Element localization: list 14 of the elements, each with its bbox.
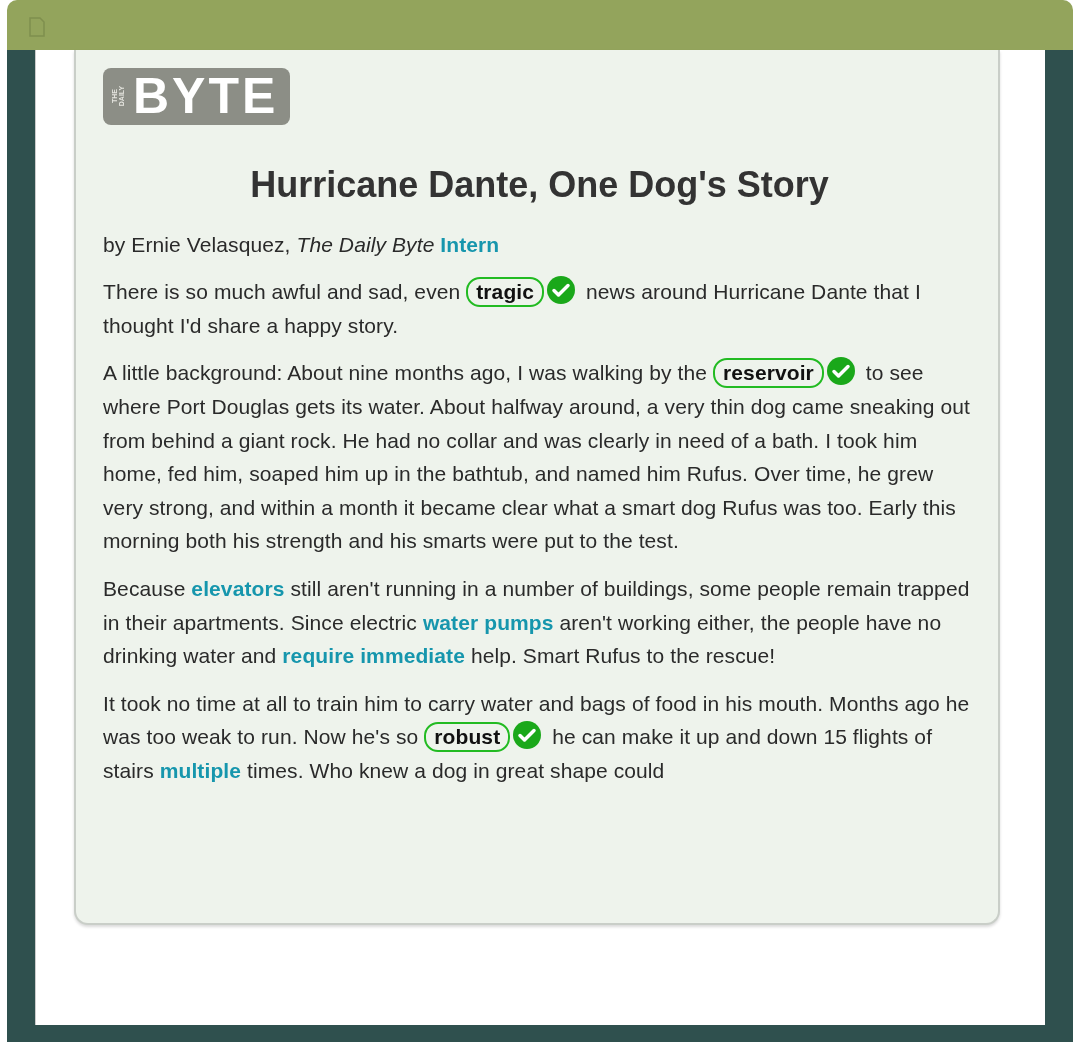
byline: by Ernie Velasquez, The Daily Byte Intern: [103, 231, 501, 258]
article-paragraph: It took no time at all to train him to carry water and bags of food in his mouth. Months ago he was too weak to run. Now he's so robust he can make it up and down 15 flights of stairs multiple times. Who knew a dog in great shape could: [103, 690, 971, 784]
article-title: Hurricane Dante, One Dog's Story: [249, 162, 830, 206]
answer-word[interactable]: reservoir: [713, 358, 824, 389]
answer-word[interactable]: robust: [424, 722, 511, 753]
article-paragraph: There is so much awful and sad, even tragic news around Hurricane Dante that I thought I'd share a happy story.: [103, 275, 976, 343]
vocabulary-link[interactable]: Intern: [440, 232, 500, 256]
article-paragraph: Because elevators still aren't running in a number of buildings, some people remain trapped in their apartments. Since electric water pumps aren't working either, the people have no drinking water and require immediate help. Smart Rufus to the rescue!: [103, 576, 971, 670]
vocabulary-link[interactable]: water pumps: [422, 610, 554, 634]
vocabulary-link[interactable]: multiple: [159, 759, 242, 782]
answer-word[interactable]: tragic: [466, 277, 545, 308]
vocabulary-link[interactable]: require immediate: [282, 644, 465, 668]
article-paragraph: A little background: About nine months ago, I was walking by the reservoir to see where Port Douglas gets its water. About halfway around, a very thin dog came sneaking out from behind a giant rock. He had no collar and was clearly in need of a bath. I took him home, fed him, soaped him up in the bathtub, and named him Rufus. Over time, he grew very strong, and within a month it became clear what a smart dog Rufus was too. Early this morning both his strength and his smarts were put to the test.: [103, 356, 976, 559]
vocabulary-link[interactable]: elevators: [191, 577, 285, 601]
